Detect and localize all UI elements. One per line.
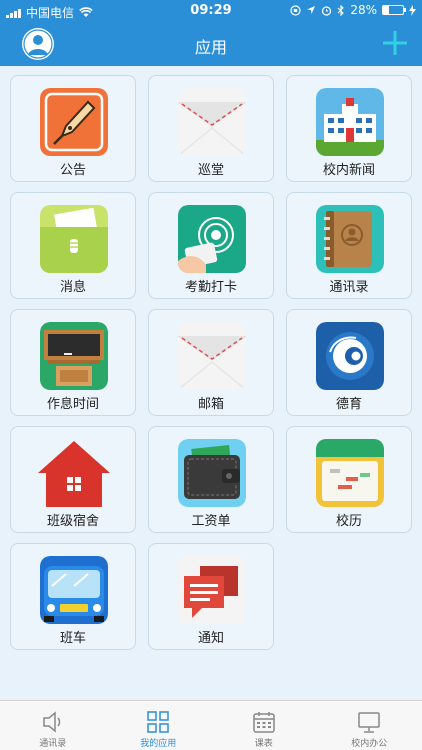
charging-icon	[409, 4, 416, 16]
app-label: 校历	[335, 514, 362, 529]
status-bar: 中国电信 09:29 28%	[0, 0, 422, 22]
app-tile-shuttle-bus[interactable]: 班车	[10, 543, 136, 650]
app-label: 校内新闻	[322, 163, 375, 178]
tab-campus-office[interactable]: 校内办公	[317, 701, 422, 750]
blackboard-icon	[40, 322, 108, 390]
nav-bar: 应用	[0, 22, 422, 66]
app-tile-announcement[interactable]: 公告	[10, 75, 136, 182]
app-tile-notice[interactable]: 通知	[148, 543, 274, 650]
page-title: 应用	[194, 38, 227, 57]
app-label: 公告	[59, 163, 86, 178]
tab-label: 校内办公	[351, 739, 388, 749]
app-tile-messages[interactable]: 消息	[10, 192, 136, 299]
battery-percent: 28%	[350, 3, 377, 17]
card-swipe-icon	[178, 205, 246, 273]
app-label: 班车	[59, 631, 86, 646]
app-label: 通知	[197, 631, 224, 646]
app-label: 巡堂	[197, 163, 224, 178]
app-tile-mailbox[interactable]: 邮箱	[148, 309, 274, 416]
app-label: 工资单	[191, 514, 231, 529]
battery-icon	[382, 5, 406, 15]
speaker-icon	[43, 711, 60, 733]
chat-bubbles-icon	[178, 556, 246, 624]
app-tile-moral-education[interactable]: 德育	[286, 309, 412, 416]
tab-my-apps[interactable]: 我的应用	[106, 701, 212, 750]
rotation-lock-icon	[290, 4, 301, 16]
tab-bar: 通讯录 我的应用 课表 校内办公	[0, 700, 422, 750]
wallet-icon	[178, 439, 246, 507]
location-icon	[307, 6, 316, 14]
app-tile-contacts[interactable]: 通讯录	[286, 192, 412, 299]
alarm-icon	[322, 5, 332, 16]
tab-contacts[interactable]: 通讯录	[0, 701, 106, 750]
envelope-icon	[178, 322, 246, 390]
house-icon	[38, 439, 110, 507]
monitor-icon	[358, 712, 380, 733]
app-label: 消息	[59, 280, 86, 295]
app-tile-payslip[interactable]: 工资单	[148, 426, 274, 533]
bluetooth-icon	[337, 4, 345, 16]
tab-timetable[interactable]: 课表	[211, 701, 317, 750]
calendar-icon	[316, 439, 384, 507]
timetable-icon	[253, 712, 275, 733]
app-tile-schedule[interactable]: 作息时间	[10, 309, 136, 416]
bus-icon	[40, 556, 108, 624]
tab-label: 我的应用	[140, 739, 177, 749]
app-tile-school-calendar[interactable]: 校历	[286, 426, 412, 533]
app-tile-campus-news[interactable]: 校内新闻	[286, 75, 412, 182]
address-book-icon	[316, 205, 384, 273]
app-label: 邮箱	[197, 397, 224, 412]
app-label: 作息时间	[46, 397, 99, 412]
tab-label: 课表	[254, 739, 273, 749]
folder-message-icon	[40, 205, 108, 273]
moral-education-icon	[316, 322, 384, 390]
app-label: 考勤打卡	[184, 280, 237, 295]
app-label: 德育	[335, 397, 362, 412]
app-grid: 公告 巡堂 校内新闻 消息 考勤打卡 通讯录 作息时间 邮箱 德育 班级宿舍 工…	[10, 75, 412, 650]
add-icon[interactable]	[380, 28, 410, 58]
grid-icon	[147, 711, 169, 733]
school-building-icon	[316, 88, 384, 156]
pen-nib-icon	[40, 88, 108, 156]
app-label: 班级宿舍	[46, 514, 99, 529]
envelope-icon	[178, 88, 246, 156]
app-tile-dormitory[interactable]: 班级宿舍	[10, 426, 136, 533]
tab-label: 通讯录	[39, 739, 67, 749]
app-label: 通讯录	[329, 280, 369, 295]
app-tile-patrol[interactable]: 巡堂	[148, 75, 274, 182]
app-tile-attendance[interactable]: 考勤打卡	[148, 192, 274, 299]
